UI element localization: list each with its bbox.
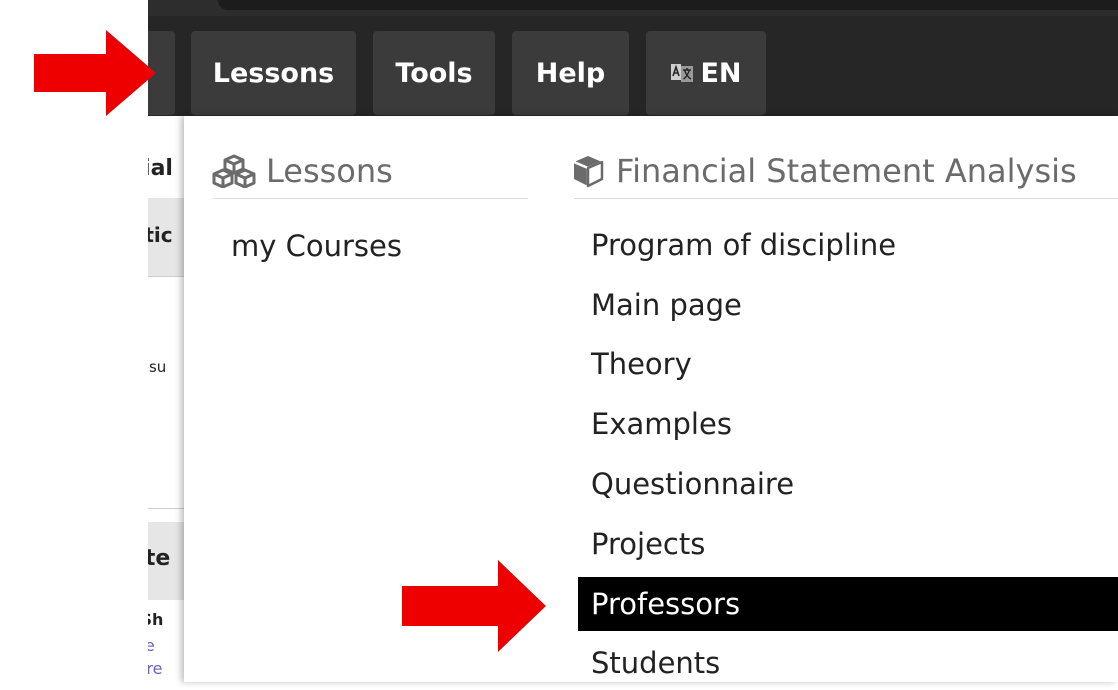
background-text-fragment: ptic <box>148 223 173 247</box>
background-text-fragment: cial <box>148 156 173 181</box>
menu-item-professors[interactable]: Professors <box>578 577 1118 631</box>
top-navbar: Lessons Tools Help EN <box>148 16 1118 116</box>
menu-item-label: Main page <box>591 288 742 322</box>
course-heading-divider <box>574 198 1118 199</box>
nav-help-label: Help <box>535 57 606 89</box>
annotation-arrow-icon <box>34 30 156 116</box>
cube-icon <box>573 156 604 188</box>
menu-item-label: Students <box>591 646 721 680</box>
background-page-sliver: cial ptic Resu ate ' Sh rse ture <box>148 116 186 682</box>
nav-tools-button[interactable]: Tools <box>373 31 495 115</box>
menu-item-label: Professors <box>591 587 741 621</box>
menu-item-questionnaire[interactable]: Questionnaire <box>578 457 1118 511</box>
background-link-fragment[interactable]: rse <box>148 636 155 655</box>
menu-item-label: my Courses <box>231 229 402 263</box>
menu-item-program-of-discipline[interactable]: Program of discipline <box>578 218 1118 272</box>
lessons-column-heading: Lessons <box>212 146 393 196</box>
menu-item-label: Examples <box>591 407 732 441</box>
course-heading-label: Financial Statement Analysis <box>616 152 1077 190</box>
course-column-heading: Financial Statement Analysis <box>570 146 1077 196</box>
nav-tools-label: Tools <box>395 57 473 89</box>
menu-item-label: Questionnaire <box>591 467 795 501</box>
background-text-fragment: ate <box>148 546 171 571</box>
nav-help-button[interactable]: Help <box>512 31 629 115</box>
menu-item-label: Theory <box>591 347 692 381</box>
menu-item-projects[interactable]: Projects <box>578 517 1118 571</box>
background-link-fragment[interactable]: ture <box>148 659 162 678</box>
background-divider <box>148 508 186 509</box>
annotation-arrow-icon <box>402 560 546 652</box>
menu-item-my-courses[interactable]: my Courses <box>218 219 402 273</box>
nav-language-button[interactable]: EN <box>646 31 766 115</box>
lessons-heading-divider <box>213 198 528 199</box>
address-bar-edge <box>218 0 1118 10</box>
background-text-fragment: ' Sh <box>148 610 164 629</box>
browser-top-edge <box>148 0 1118 16</box>
lessons-heading-label: Lessons <box>266 152 393 190</box>
background-divider <box>148 276 186 277</box>
background-text-fragment: Resu <box>148 358 167 376</box>
menu-item-examples[interactable]: Examples <box>578 397 1118 451</box>
lessons-dropdown-menu: Lessons my Courses Financial Statement A… <box>184 116 1118 682</box>
nav-lessons-button[interactable]: Lessons <box>191 31 356 115</box>
menu-item-label: Projects <box>591 527 706 561</box>
cubes-icon <box>212 154 256 188</box>
menu-item-label: Program of discipline <box>591 228 897 262</box>
nav-language-label: EN <box>700 57 742 89</box>
nav-lessons-label: Lessons <box>212 57 335 89</box>
menu-item-main-page[interactable]: Main page <box>578 278 1118 332</box>
menu-item-theory[interactable]: Theory <box>578 337 1118 391</box>
translate-icon <box>671 64 694 82</box>
